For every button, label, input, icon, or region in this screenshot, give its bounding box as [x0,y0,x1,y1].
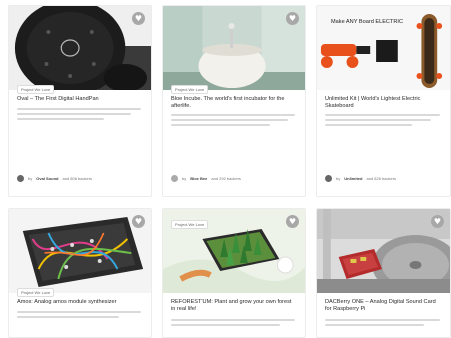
project-card-oval[interactable]: ♥ Project We Love Oval – The First Digit… [8,5,152,197]
project-title[interactable]: REFOREST'UM: Plant and grow your own for… [171,299,297,313]
project-title[interactable]: Bloe Incube. The world's first incubator… [171,96,297,110]
project-image-amos[interactable] [9,209,151,293]
project-title[interactable]: Amos: Analog amos module synthesizer [17,299,143,306]
project-we-love-badge: Project We Love [17,85,55,94]
favorite-heart-icon[interactable]: ♥ [431,215,444,228]
project-description [325,114,440,129]
creator-avatar-icon [171,175,178,182]
creator-name[interactable]: Unlimited [344,176,362,181]
creator-line: by Unlimited and 826 backers [325,175,444,182]
creator-line: by Bloe Bee and 292 backers [171,175,299,182]
project-card-reforestum[interactable]: ♥ Project We Love REFOREST'UM: Plant and… [162,208,306,338]
project-we-love-badge: Project We Love [171,220,209,229]
project-description [17,108,141,123]
creator-avatar-icon [17,175,24,182]
project-description [171,319,295,329]
project-image-oval[interactable] [9,6,151,90]
project-title[interactable]: Oval – The First Digital HandPan [17,96,143,103]
favorite-heart-icon[interactable]: ♥ [132,12,145,25]
project-description [17,311,141,321]
project-image-bloe[interactable] [163,6,305,90]
favorite-heart-icon[interactable]: ♥ [286,12,299,25]
project-title[interactable]: DACBerry ONE – Analog Digital Sound Card… [325,299,442,313]
creator-name[interactable]: Oval Sound [36,176,58,181]
project-card-bloe[interactable]: ♥ Project We Love Bloe Incube. The world… [162,5,306,197]
project-card-amos[interactable]: ♥ Project We Love Amos: Analog amos modu… [8,208,152,338]
project-we-love-badge: Project We Love [171,85,209,94]
project-card-unlimited[interactable]: Make ANY Board ELECTRIC Unlimited Kit | … [316,5,451,197]
product-banner-text: Make ANY Board ELECTRIC [331,19,404,25]
creator-avatar-icon [325,175,332,182]
favorite-heart-icon[interactable]: ♥ [286,215,299,228]
project-description [171,114,295,129]
project-title[interactable]: Unlimited Kit | World's Lightest Electri… [325,96,442,110]
creator-line: by Oval Sound and 806 backers [17,175,145,182]
project-description [325,319,440,329]
project-image-unlimited[interactable]: Make ANY Board ELECTRIC [317,6,450,90]
project-we-love-badge: Project We Love [17,288,55,297]
favorite-heart-icon[interactable]: ♥ [132,215,145,228]
project-card-dacberry[interactable]: ♥ DACBerry ONE – Analog Digital Sound Ca… [316,208,451,338]
creator-name[interactable]: Bloe Bee [190,176,207,181]
